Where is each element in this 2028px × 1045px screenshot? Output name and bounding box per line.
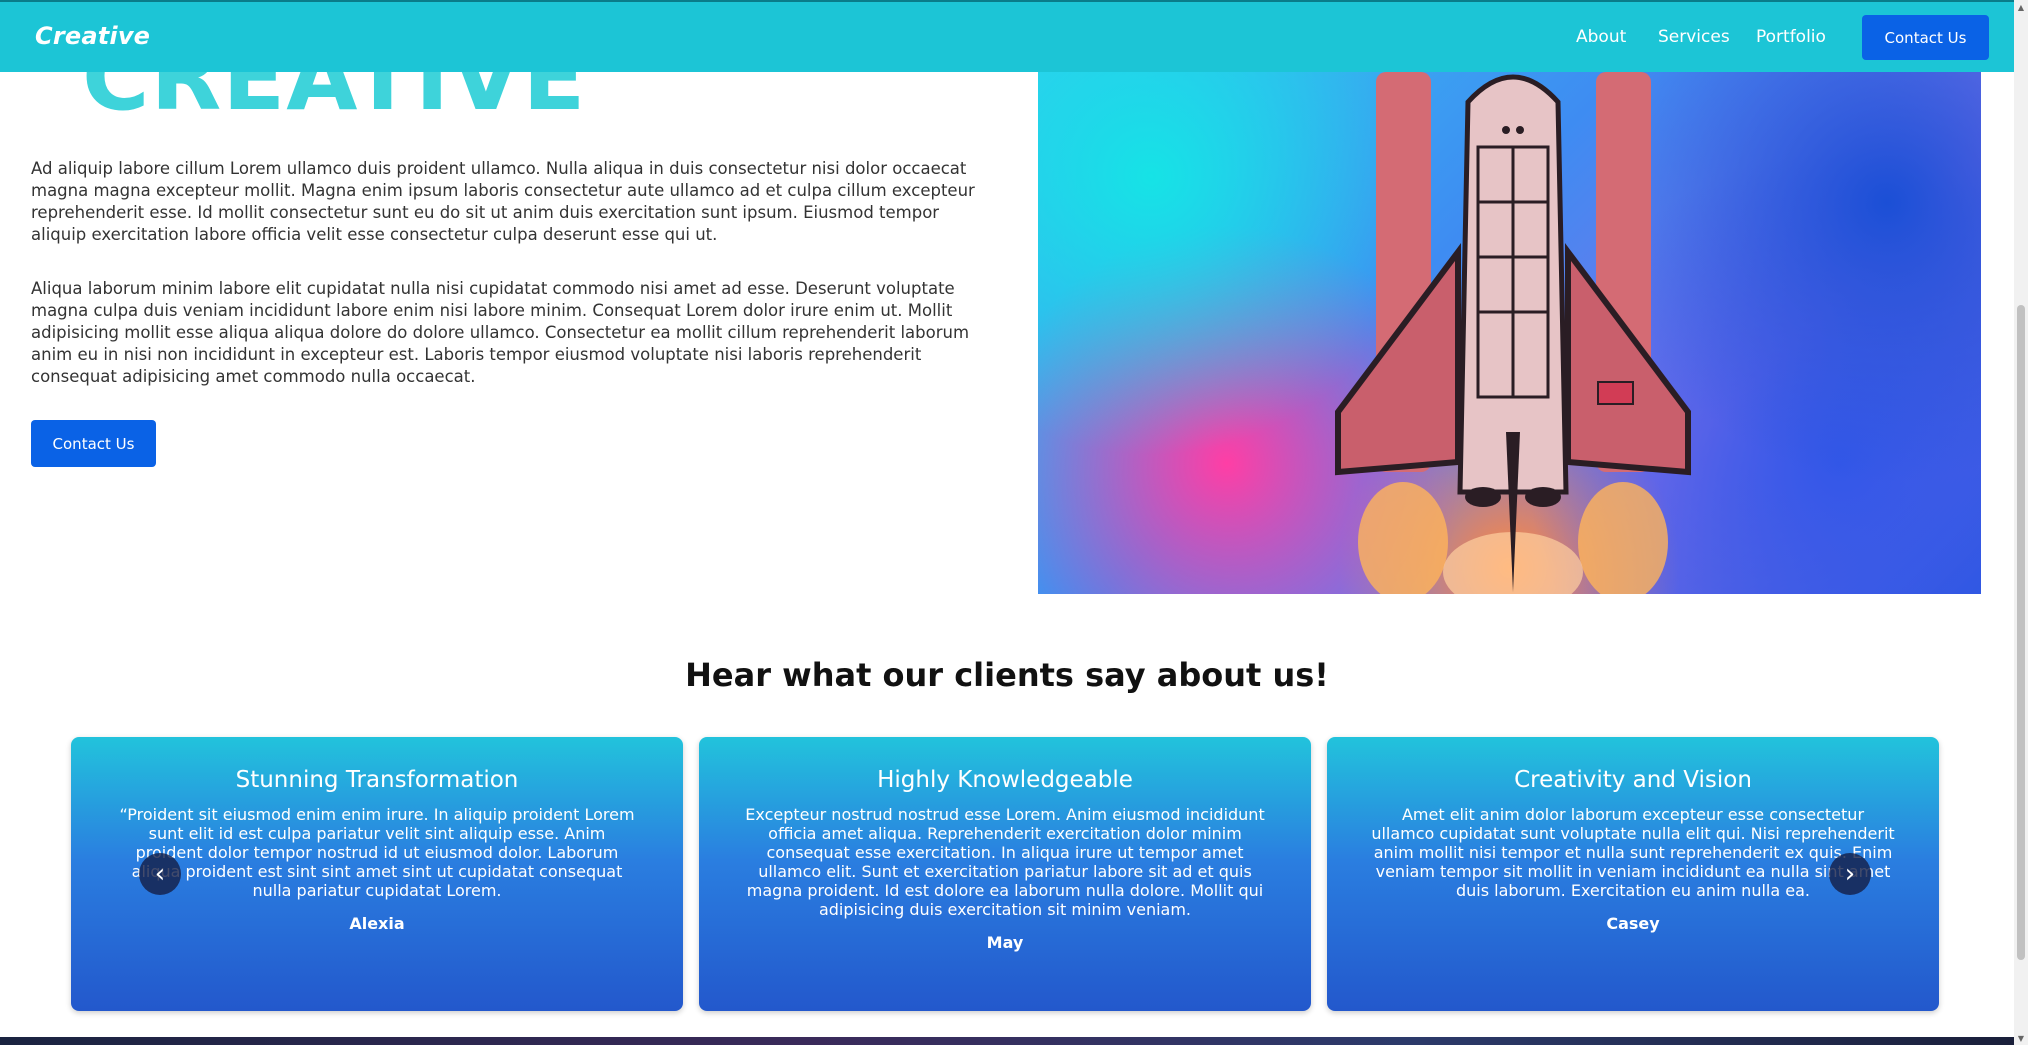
carousel-prev-button[interactable]: ‹ <box>139 853 181 895</box>
nav-link-about[interactable]: About <box>1576 27 1626 47</box>
testimonial-author: Casey <box>1606 914 1660 933</box>
testimonials-title: Hear what our clients say about us! <box>685 656 1329 694</box>
testimonial-author: May <box>986 933 1024 952</box>
space-shuttle-illustration <box>1335 72 1691 594</box>
bottom-page-strip <box>0 1037 2014 1045</box>
chevron-left-icon: ‹ <box>154 859 166 889</box>
testimonial-quote: Amet elit anim dolor laborum excepteur e… <box>1371 805 1895 900</box>
vertical-scrollbar[interactable]: ▲ ▼ <box>2014 0 2028 1045</box>
brand-logo[interactable]: Creative <box>35 22 150 50</box>
scrollbar-thumb[interactable] <box>2017 305 2025 960</box>
testimonial-title: Stunning Transformation <box>235 767 519 793</box>
hero-contact-button[interactable]: Contact Us <box>31 420 156 467</box>
scroll-down-arrow-icon[interactable]: ▼ <box>2014 1031 2028 1045</box>
testimonial-quote: Excepteur nostrud nostrud esse Lorem. An… <box>745 805 1265 919</box>
chevron-right-icon: › <box>1844 859 1856 889</box>
scroll-up-arrow-icon[interactable]: ▲ <box>2014 0 2028 14</box>
testimonial-title: Highly Knowledgeable <box>877 767 1133 793</box>
testimonial-quote: “Proident sit eiusmod enim enim irure. I… <box>119 805 635 900</box>
hero-paragraph-2: Aliqua laborum minim labore elit cupidat… <box>31 279 970 386</box>
testimonial-card: Highly Knowledgeable Excepteur nostrud n… <box>699 737 1311 1011</box>
carousel-next-button[interactable]: › <box>1829 853 1871 895</box>
space-shuttle-image <box>1038 72 1981 594</box>
testimonial-author: Alexia <box>349 914 405 933</box>
hero-paragraph-1: Ad aliquip labore cillum Lorem ullamco d… <box>31 159 975 244</box>
nav-link-services[interactable]: Services <box>1658 27 1730 47</box>
nav-link-portfolio[interactable]: Portfolio <box>1756 27 1826 47</box>
testimonial-title: Creativity and Vision <box>1514 767 1752 793</box>
nav-contact-button[interactable]: Contact Us <box>1862 15 1989 60</box>
top-navbar: Creative About Services Portfolio Contac… <box>0 0 2014 72</box>
